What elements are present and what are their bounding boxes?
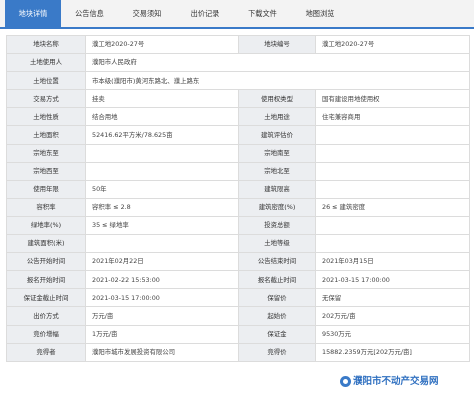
- field-label: 地块编号: [238, 34, 316, 55]
- tab-0[interactable]: 地块详情: [5, 0, 61, 27]
- field-value: 结合用地: [85, 107, 239, 127]
- field-value: 容积率 ≤ 2.8: [85, 197, 239, 217]
- field-label: 保证金截止时间: [6, 288, 86, 308]
- field-label: 绿地率(%): [6, 215, 86, 236]
- field-value: 国有建设用地使用权: [315, 89, 470, 109]
- field-value: 52416.62平方米/78.625亩: [85, 125, 239, 145]
- field-value: [315, 143, 470, 163]
- table-row: 报名开始时间 2021-02-22 15:53:00 报名截止时间 2021-03-1…: [6, 270, 470, 290]
- field-label: 宗地西至: [6, 161, 86, 181]
- field-label: 保留价: [238, 288, 316, 308]
- field-label: 土地用途: [238, 107, 316, 127]
- table-row: 出价方式 万元/亩 起始价 202万元/亩: [6, 306, 470, 326]
- field-label: 使用权类型: [238, 89, 316, 109]
- field-value: 2021-03-15 17:00:00: [315, 270, 470, 290]
- tab-2[interactable]: 交易须知: [118, 0, 176, 27]
- field-value: [315, 125, 470, 145]
- field-value: 濮阳市人民政府: [85, 53, 470, 73]
- field-label: 竞得价: [238, 342, 316, 362]
- table-row: 竞得者 濮阳市城市发展投资有限公司 竞得价 15882.2359万元[202万元/亩]: [6, 342, 470, 362]
- field-label: 起始价: [238, 306, 316, 326]
- field-value: 50年: [85, 179, 239, 199]
- table-row: 建筑面积(米) 土地等级: [6, 234, 470, 254]
- field-value: [85, 143, 239, 163]
- field-label: 使用年限: [6, 179, 86, 199]
- field-value: 2021年02月22日: [85, 252, 239, 272]
- field-value: [315, 234, 470, 254]
- field-value: 住宅兼容商用: [315, 107, 470, 127]
- logo-icon: [340, 376, 351, 387]
- field-label: 建筑评估价: [238, 125, 316, 145]
- field-label: 报名开始时间: [6, 270, 86, 290]
- field-label: 土地性质: [6, 107, 86, 127]
- field-value: 濮工地2020-27号: [315, 34, 470, 55]
- field-value: 濮工地2020-27号: [85, 34, 239, 55]
- field-label: 建筑密度(%): [238, 197, 316, 217]
- field-label: 投资总额: [238, 215, 316, 236]
- table-row: 使用年限 50年 建筑限高: [6, 179, 470, 199]
- field-label: 土地等级: [238, 234, 316, 254]
- field-value: [315, 179, 470, 199]
- field-value: 9530万元: [315, 324, 470, 344]
- field-value: 2021-03-15 17:00:00: [85, 288, 239, 308]
- field-label: 地块名称: [6, 34, 86, 55]
- field-value: 万元/亩: [85, 306, 239, 326]
- land-info-table: 地块名称 濮工地2020-27号 地块编号 濮工地2020-27号 土地使用人 濮阳市人民…: [6, 34, 470, 362]
- table-row: 土地使用人 濮阳市人民政府: [6, 53, 470, 73]
- field-value: 2021年03月15日: [315, 252, 470, 272]
- tab-4[interactable]: 下载文件: [234, 0, 291, 27]
- field-value: [85, 161, 239, 181]
- field-label: 交易方式: [6, 89, 86, 109]
- field-value: [315, 161, 470, 181]
- field-label: 宗地南至: [238, 143, 316, 163]
- field-label: 公告结束时间: [238, 252, 316, 272]
- field-label: 建筑面积(米): [6, 234, 86, 254]
- field-value: [315, 215, 470, 236]
- field-value: 26 ≤ 建筑密度: [315, 197, 470, 217]
- field-value: 202万元/亩: [315, 306, 470, 326]
- field-label: 土地位置: [6, 71, 86, 91]
- field-label: 土地使用人: [6, 53, 86, 73]
- field-label: 宗地北至: [238, 161, 316, 181]
- table-row: 土地性质 结合用地 土地用途 住宅兼容商用: [6, 107, 470, 127]
- field-label: 竞价增幅: [6, 324, 86, 344]
- watermark-text: 濮阳市不动产交易网: [353, 376, 439, 387]
- field-label: 宗地东至: [6, 143, 86, 163]
- field-value: 濮阳市城市发展投资有限公司: [85, 342, 239, 362]
- table-row: 土地位置 市本级(濮阳市)黄河东路北、濮上路东: [6, 71, 470, 91]
- table-row: 地块名称 濮工地2020-27号 地块编号 濮工地2020-27号: [6, 34, 470, 55]
- field-label: 报名截止时间: [238, 270, 316, 290]
- field-label: 保证金: [238, 324, 316, 344]
- table-row: 宗地西至 宗地北至: [6, 161, 470, 181]
- field-value: 挂卖: [85, 89, 239, 109]
- field-label: 容积率: [6, 197, 86, 217]
- field-value: 15882.2359万元[202万元/亩]: [315, 342, 470, 362]
- table-row: 公告开始时间 2021年02月22日 公告结束时间 2021年03月15日: [6, 252, 470, 272]
- field-label: 竞得者: [6, 342, 86, 362]
- table-row: 容积率 容积率 ≤ 2.8 建筑密度(%) 26 ≤ 建筑密度: [6, 197, 470, 217]
- table-row: 土地面积 52416.62平方米/78.625亩 建筑评估价: [6, 125, 470, 145]
- table-row: 宗地东至 宗地南至: [6, 143, 470, 163]
- field-label: 公告开始时间: [6, 252, 86, 272]
- tab-3[interactable]: 出价记录: [176, 0, 234, 27]
- site-watermark: 濮阳市不动产交易网: [340, 373, 439, 387]
- field-value: 35 ≤ 绿地率: [85, 215, 239, 236]
- field-label: 出价方式: [6, 306, 86, 326]
- table-row: 交易方式 挂卖 使用权类型 国有建设用地使用权: [6, 89, 470, 109]
- tab-bar: 地块详情 公告信息 交易须知 出价记录 下载文件 地图浏览: [0, 0, 474, 29]
- field-label: 建筑限高: [238, 179, 316, 199]
- field-value: 无保留: [315, 288, 470, 308]
- field-value: 2021-02-22 15:53:00: [85, 270, 239, 290]
- field-label: 土地面积: [6, 125, 86, 145]
- field-value: 市本级(濮阳市)黄河东路北、濮上路东: [85, 71, 470, 91]
- field-value: 1万元/亩: [85, 324, 239, 344]
- tab-1[interactable]: 公告信息: [61, 0, 118, 27]
- field-value: [85, 234, 239, 254]
- table-row: 绿地率(%) 35 ≤ 绿地率 投资总额: [6, 215, 470, 236]
- table-row: 竞价增幅 1万元/亩 保证金 9530万元: [6, 324, 470, 344]
- tab-5[interactable]: 地图浏览: [291, 0, 349, 27]
- table-row: 保证金截止时间 2021-03-15 17:00:00 保留价 无保留: [6, 288, 470, 308]
